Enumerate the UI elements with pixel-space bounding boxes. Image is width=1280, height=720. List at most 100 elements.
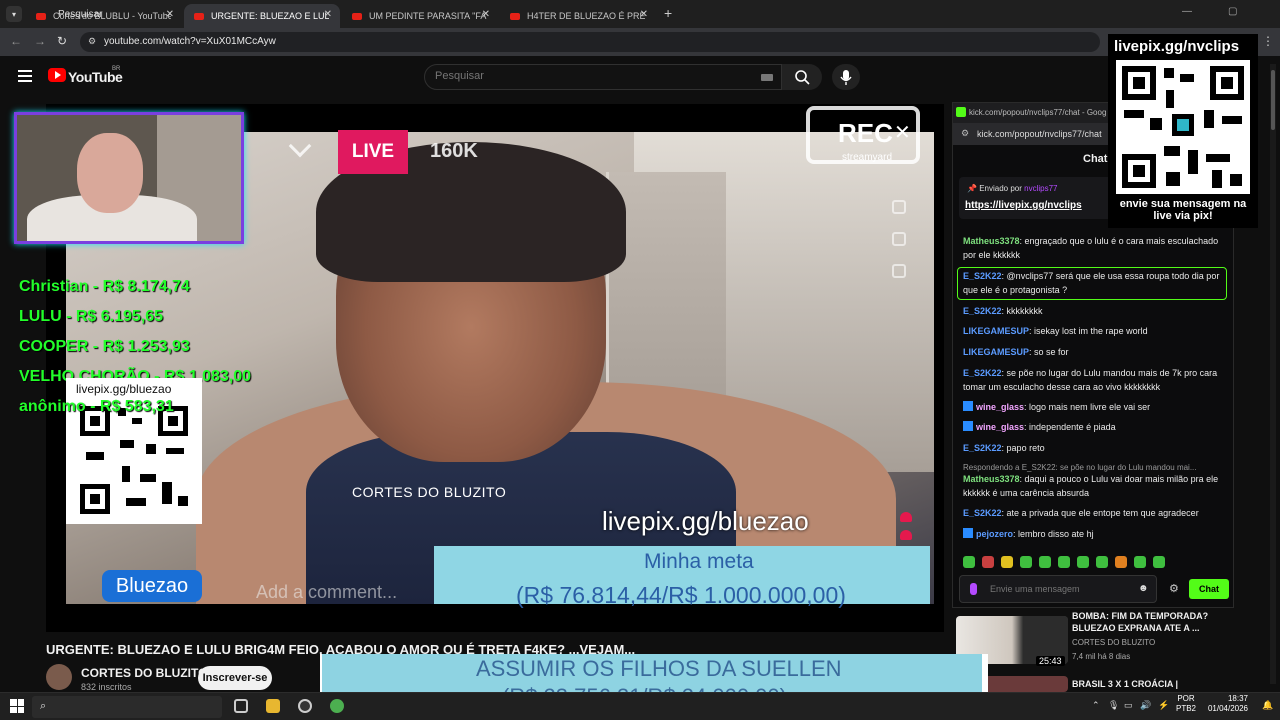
chat-username[interactable]: LIKEGAMESUP	[963, 347, 1029, 357]
emote-icon[interactable]	[1020, 556, 1032, 568]
emote-icon[interactable]	[963, 556, 975, 568]
donor-entry: LULU - R$ 6.195,65	[19, 308, 164, 325]
chat-username[interactable]: E_S2K22	[963, 271, 1002, 281]
emote-icon[interactable]	[1153, 556, 1165, 568]
chat-username[interactable]: Matheus3378	[963, 474, 1020, 484]
close-tab-icon[interactable]: ✕	[324, 9, 332, 20]
pinned-by-user[interactable]: nvclips77	[1024, 184, 1057, 193]
search-box	[424, 64, 782, 90]
clock[interactable]: 18:37 01/04/2026	[1200, 694, 1248, 714]
task-view-icon[interactable]	[234, 699, 248, 713]
chat-text: isekay lost im the rape world	[1034, 326, 1148, 336]
tab-title: URGENTE: BLUEZAO E LULU BRIG	[211, 11, 329, 21]
windows-taskbar: ⌕	[0, 692, 1280, 720]
search-input[interactable]	[435, 70, 755, 82]
minimize-icon[interactable]: —	[1182, 6, 1192, 17]
webcam-face	[77, 133, 143, 213]
emote-icon[interactable]	[1096, 556, 1108, 568]
chat-input-box: ☻	[959, 575, 1157, 603]
emote-icon[interactable]	[1039, 556, 1051, 568]
tab-um-pedinte[interactable]: UM PEDINTE PARASITA "FAMO ✕	[342, 4, 498, 28]
subscribe-button[interactable]: Inscrever-se	[198, 666, 272, 690]
emote-icon[interactable]	[982, 556, 994, 568]
chat-username[interactable]: E_S2K22	[963, 306, 1002, 316]
chat-username[interactable]: wine_glass	[976, 402, 1024, 412]
emoji-icon[interactable]: ☻	[1138, 583, 1149, 594]
chat-settings-icon[interactable]: ⚙	[1169, 582, 1179, 595]
chat-url[interactable]: kick.com/popout/nvclips77/chat	[977, 129, 1102, 139]
page-scrollbar[interactable]	[1270, 64, 1276, 684]
file-explorer-icon[interactable]	[266, 699, 280, 713]
youtube-logo-icon[interactable]	[48, 68, 66, 82]
search-icon: ⌕	[40, 700, 47, 712]
clock-date: 01/04/2026	[1207, 704, 1248, 713]
emote-icon[interactable]	[1134, 556, 1146, 568]
tab-search-button[interactable]: ▾	[6, 6, 22, 22]
keyboard-icon[interactable]	[761, 74, 773, 81]
forward-icon[interactable]: →	[34, 34, 46, 48]
tab-cortes-do-blublu[interactable]: Cortes do BLUBLU - YouTube ✕	[26, 4, 182, 28]
menu-icon[interactable]	[18, 70, 32, 82]
microphone-tray-icon[interactable]: 🎙	[1108, 700, 1119, 711]
emote-icon[interactable]	[1077, 556, 1089, 568]
obs-icon[interactable]	[298, 699, 312, 713]
qr-left-label: livepix.gg/bluezao	[76, 382, 172, 396]
voice-search-button[interactable]	[832, 64, 860, 90]
network-icon[interactable]: ⚡	[1158, 700, 1169, 711]
webcam-overlay	[14, 112, 244, 244]
emote-icon[interactable]	[1058, 556, 1070, 568]
chat-username[interactable]: Matheus3378	[963, 236, 1020, 246]
close-tab-icon[interactable]: ✕	[640, 9, 648, 20]
close-tab-icon[interactable]: ✕	[482, 9, 490, 20]
volume-icon[interactable]: 🔊	[1140, 700, 1151, 711]
chat-username[interactable]: E_S2K22	[963, 443, 1002, 453]
chat-send-button[interactable]: Chat	[1189, 579, 1229, 599]
chat-message: Matheus3378: engraçado que o lulu é o ca…	[963, 236, 1219, 260]
chat-username[interactable]: E_S2K22	[963, 508, 1002, 518]
site-info-icon[interactable]: ⚙	[961, 128, 969, 139]
pinned-by-label: Enviado por	[979, 184, 1022, 193]
chevron-up-icon[interactable]: ⌃	[1092, 700, 1100, 711]
chrome-icon[interactable]	[330, 699, 344, 713]
site-info-icon[interactable]: ⚙	[88, 36, 96, 47]
reload-icon[interactable]: ↻	[57, 34, 67, 48]
close-tab-icon[interactable]: ✕	[166, 9, 174, 20]
chat-message-input[interactable]	[990, 584, 1140, 594]
pinned-link[interactable]: https://livepix.gg/nvclips	[965, 200, 1082, 211]
channel-name[interactable]: CORTES DO BLUZITO	[81, 666, 207, 680]
share-icon[interactable]	[892, 264, 906, 278]
viewer-count: 160K	[430, 140, 478, 162]
microphone-icon[interactable]	[970, 583, 977, 595]
channel-avatar[interactable]	[46, 664, 72, 690]
related-video-title[interactable]: BRASIL 3 X 1 CROÁCIA |	[1072, 678, 1222, 690]
camera-icon[interactable]	[892, 200, 906, 214]
tab-h4ter-preso[interactable]: H4TER DE BLUEZAO É PRESO, N ✕	[500, 4, 656, 28]
related-video-title[interactable]: BOMBA: FIM DA TEMPORADA? BLUEZAO EXPRANA…	[1072, 610, 1222, 634]
qr-code-right	[1116, 60, 1250, 194]
close-icon[interactable]: ✕	[894, 120, 911, 145]
input-language[interactable]: POR PTB2	[1176, 694, 1196, 714]
notifications-icon[interactable]: 🔔	[1262, 700, 1273, 711]
browser-menu-icon[interactable]: ⋮	[1262, 34, 1274, 48]
add-comment-prompt: Add a comment...	[256, 582, 398, 602]
url-text[interactable]: youtube.com/watch?v=XuX01MCcAyw	[104, 36, 276, 47]
back-icon[interactable]: ←	[10, 34, 22, 48]
taskbar-search-box[interactable]: ⌕	[32, 696, 222, 718]
chat-username[interactable]: LIKEGAMESUP	[963, 326, 1029, 336]
new-tab-button[interactable]: +	[664, 5, 672, 21]
battery-icon[interactable]: ▭	[1124, 700, 1133, 711]
taskbar-search-placeholder: Pesquisar	[58, 9, 103, 20]
tab-urgente-bluezao[interactable]: URGENTE: BLUEZAO E LULU BRIG ✕	[184, 4, 340, 28]
chat-username[interactable]: pejozero	[976, 529, 1013, 539]
maximize-icon[interactable]: ▢	[1228, 6, 1237, 17]
chat-username[interactable]: E_S2K22	[963, 368, 1002, 378]
chat-message: wine_glass: independente é piada	[963, 421, 1225, 435]
emote-icon[interactable]	[1001, 556, 1013, 568]
search-icon	[795, 70, 810, 85]
chat-username[interactable]: wine_glass	[976, 422, 1024, 432]
emote-icon[interactable]	[1115, 556, 1127, 568]
start-button[interactable]	[10, 699, 24, 713]
scrollbar-thumb[interactable]	[1271, 70, 1275, 130]
refresh-icon[interactable]	[892, 232, 906, 246]
search-button[interactable]	[782, 64, 822, 90]
